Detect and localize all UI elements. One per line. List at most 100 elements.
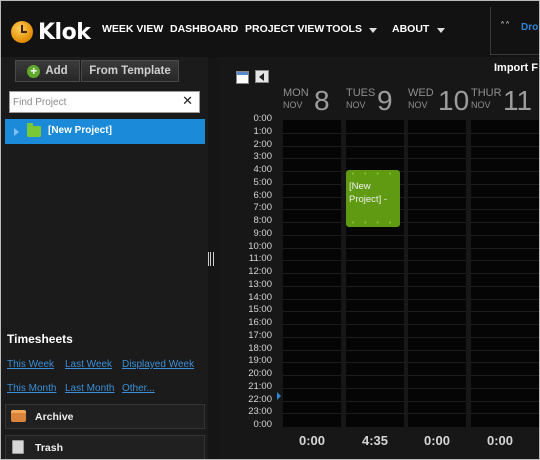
top-navigation-bar: Klok WEEK VIEW DASHBOARD PROJECT VIEW TO…: [1, 1, 539, 57]
drop-label[interactable]: Drop: [521, 22, 539, 33]
time-entry-event[interactable]: • • • • [New Project] - • • • •: [346, 170, 400, 227]
link-this-month[interactable]: This Month: [7, 383, 56, 394]
hour-gridline: [283, 196, 341, 198]
hour-label: 19:00: [248, 355, 272, 367]
hour-gridline: [283, 158, 341, 160]
link-other[interactable]: Other...: [122, 383, 155, 394]
hour-gridline: [471, 349, 539, 351]
drop-panel-toggle[interactable]: ˄˄ Drop: [490, 7, 539, 55]
nav-tools[interactable]: TOOLS: [326, 23, 362, 35]
hour-gridline: [471, 209, 539, 211]
hour-gridline: [283, 298, 341, 300]
hour-gridline: [283, 209, 341, 211]
hour-gridline: [471, 413, 539, 415]
link-last-month[interactable]: Last Month: [65, 383, 114, 394]
hour-gridline: [346, 260, 404, 262]
day-month: NOV: [471, 100, 491, 110]
hour-gridline: [283, 222, 341, 223]
hour-gridline: [471, 234, 539, 236]
archive-section[interactable]: Archive: [5, 404, 205, 429]
hour-gridline: [283, 234, 341, 236]
calendar-icon[interactable]: [236, 71, 249, 84]
hour-gridline: [408, 362, 466, 364]
trash-label: Trash: [35, 442, 64, 454]
link-this-week[interactable]: This Week: [7, 359, 54, 370]
hour-gridline: [346, 311, 404, 313]
day-column-mon[interactable]: [283, 120, 341, 427]
day-name: WED: [408, 87, 434, 99]
day-column-tues[interactable]: [346, 120, 404, 427]
bottom-resize-handle[interactable]: • • • •: [346, 220, 400, 227]
hour-gridline: [346, 273, 404, 274]
hour-gridline: [408, 336, 466, 338]
find-project-input[interactable]: [13, 94, 178, 110]
about-dropdown-caret-icon[interactable]: [437, 28, 445, 33]
hour-gridline: [471, 132, 539, 134]
hour-gridline: [346, 375, 404, 376]
clear-search-icon[interactable]: ✕: [182, 94, 193, 109]
app-logo[interactable]: Klok: [11, 18, 91, 46]
nav-dashboard[interactable]: DASHBOARD: [170, 23, 238, 35]
hour-gridline: [346, 413, 404, 415]
chevron-up-icon[interactable]: ˄˄: [500, 21, 510, 32]
hour-gridline: [471, 311, 539, 313]
day-number: 10: [438, 85, 470, 116]
hour-gridline: [283, 247, 341, 249]
day-header-thur: THUR NOV 11: [471, 85, 539, 117]
hour-gridline: [283, 349, 341, 351]
hour-label: 17:00: [248, 329, 272, 341]
hour-gridline: [408, 234, 466, 236]
hour-gridline: [346, 158, 404, 160]
archive-label: Archive: [35, 411, 74, 423]
previous-week-button[interactable]: [255, 70, 269, 83]
hour-gridline: [346, 324, 404, 325]
link-displayed-week[interactable]: Displayed Week: [122, 359, 194, 370]
hour-gridline: [471, 196, 539, 198]
day-name: MON: [283, 87, 309, 99]
import-label[interactable]: Import F: [494, 62, 538, 74]
hour-gridline: [346, 247, 404, 249]
hour-gridline: [471, 145, 539, 147]
hour-label: 14:00: [248, 291, 272, 303]
tools-dropdown-caret-icon[interactable]: [369, 28, 377, 33]
hour-gridline: [408, 311, 466, 313]
hour-gridline: [346, 298, 404, 300]
hour-gridline: [471, 387, 539, 389]
expand-triangle-icon[interactable]: [14, 128, 19, 136]
nav-week-view[interactable]: WEEK VIEW: [102, 23, 163, 35]
link-last-week[interactable]: Last Week: [65, 359, 112, 370]
current-time-marker-icon: [277, 392, 281, 400]
day-column-wed[interactable]: [408, 120, 466, 427]
hour-label: 0:00: [253, 419, 273, 430]
day-column-thur[interactable]: [471, 120, 539, 427]
hour-gridline: [346, 285, 404, 287]
add-project-button[interactable]: + Add: [15, 60, 80, 82]
nav-about[interactable]: ABOUT: [392, 23, 429, 35]
project-list-item[interactable]: [New Project]: [5, 119, 205, 144]
find-project-field[interactable]: ✕: [9, 91, 200, 113]
hour-label: 4:00: [253, 164, 273, 175]
project-sidebar: + Add From Template ✕ [New Project] Time…: [1, 57, 208, 459]
hour-gridline: [283, 311, 341, 313]
hour-gridline: [283, 132, 341, 134]
trash-section[interactable]: Trash: [5, 435, 205, 459]
top-resize-handle[interactable]: • • • •: [346, 171, 400, 178]
day-name: TUES: [346, 87, 376, 99]
hour-gridline: [346, 234, 404, 236]
hour-label: 11:00: [248, 253, 272, 265]
timesheets-heading: Timesheets: [7, 332, 73, 346]
day-month: NOV: [283, 100, 303, 110]
panel-splitter[interactable]: [208, 57, 220, 459]
nav-project-view[interactable]: PROJECT VIEW: [245, 23, 324, 35]
hour-gridline: [408, 375, 466, 376]
splitter-grip-icon[interactable]: [208, 252, 214, 266]
from-template-button[interactable]: From Template: [81, 60, 179, 82]
hour-gridline: [408, 324, 466, 325]
hour-gridline: [408, 285, 466, 287]
hour-gridline: [346, 349, 404, 351]
hour-gridline: [283, 183, 341, 185]
hour-gridline: [408, 247, 466, 249]
event-label: [New Project] -: [349, 181, 388, 205]
day-header-wed: WED NOV 10: [408, 85, 470, 117]
hour-gridline: [408, 158, 466, 160]
